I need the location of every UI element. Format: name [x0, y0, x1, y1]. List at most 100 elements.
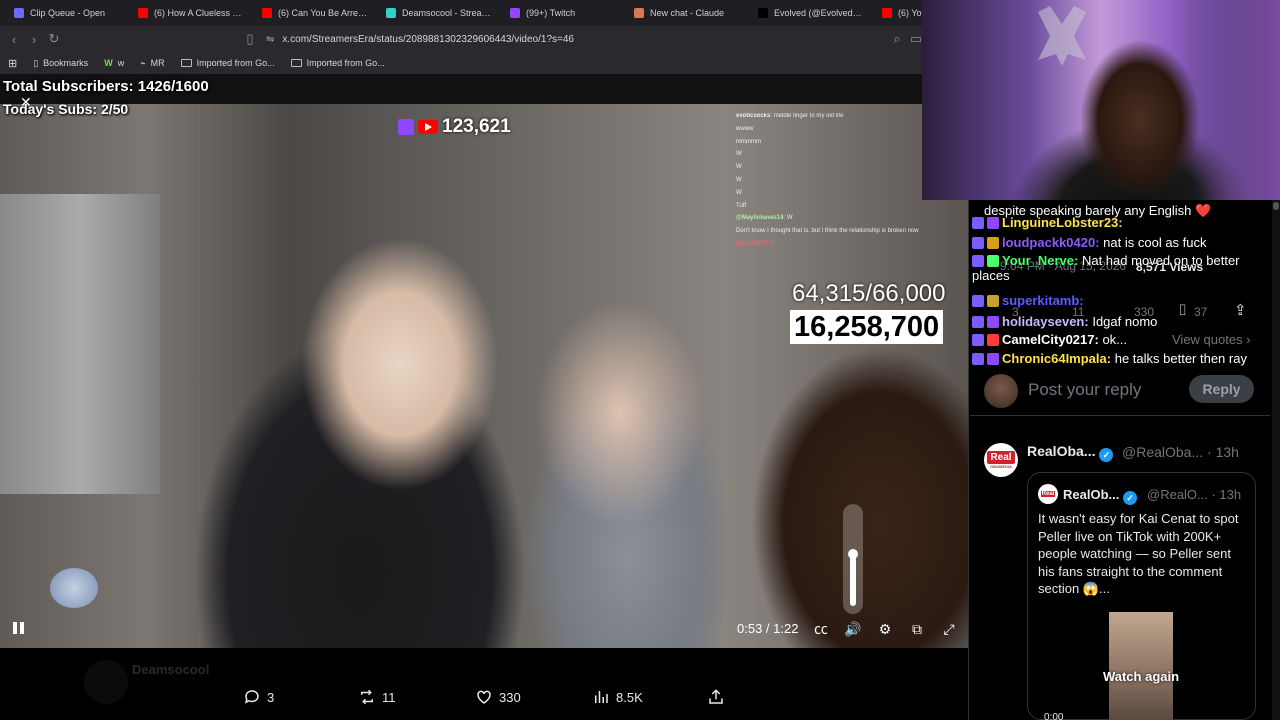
led-light: [1192, 0, 1280, 200]
clip-queue-icon: [14, 8, 24, 18]
stream-chat-line: Don't know I thought that is. but I thin…: [736, 228, 919, 235]
bookmarks-icon: ▯: [33, 57, 39, 68]
verified-icon: ✓: [1099, 448, 1114, 462]
tab-title: Evolved (@EvolvedTalent): [774, 8, 866, 18]
youtube-icon: [138, 8, 148, 18]
bookmark-label: w: [117, 58, 125, 68]
tab-title: Deamsocool - Stream...: [402, 8, 494, 18]
video-timecode: 0:53 / 1:22: [737, 621, 799, 636]
twitch-icon: [510, 8, 520, 18]
avatar: [984, 374, 1018, 408]
chat-username: Your_Nerve:: [1002, 253, 1079, 268]
captions-icon[interactable]: ㏄: [812, 620, 830, 638]
folder-icon: [180, 59, 192, 67]
wall-decoration: [1038, 6, 1086, 66]
emote-icon: [50, 568, 98, 608]
avatar: Real: [1038, 484, 1058, 504]
reply-button[interactable]: Reply: [1189, 375, 1254, 403]
back-icon[interactable]: ‹: [4, 26, 24, 52]
retweet-action[interactable]: 11: [358, 688, 396, 706]
chat-badge-icon: [972, 353, 984, 365]
fullscreen-icon[interactable]: ⤢: [940, 620, 958, 638]
tweet-author-name[interactable]: RealOba... ✓: [1027, 443, 1114, 462]
viewer-counter: 123,621: [398, 116, 511, 138]
browser-tab-7[interactable]: Evolved (@EvolvedTalent): [750, 0, 874, 26]
share-action[interactable]: [707, 688, 725, 706]
sub-badge-icon: [987, 295, 999, 307]
chat-message: ok...: [1102, 332, 1128, 347]
mr-icon: ⌁: [140, 57, 146, 68]
live-chat-line: Chronic64Impala: he talks better then ra…: [972, 351, 1262, 366]
retweet-icon: [361, 689, 373, 705]
close-icon[interactable]: ✕: [20, 94, 32, 111]
browser-tab-6[interactable]: New chat - Claude: [626, 0, 750, 26]
chat-badge-icon: [972, 334, 984, 346]
browser-tab-2[interactable]: (6) How A Clueless Killer...: [130, 0, 254, 26]
volume-knob[interactable]: [848, 548, 858, 559]
reply-count: 3: [267, 689, 275, 705]
apps-grid-icon[interactable]: ⊞: [8, 57, 17, 70]
browser-tab-1[interactable]: Clip Queue - Open: [6, 0, 130, 26]
chat-badge-icon: [972, 316, 984, 328]
pause-button[interactable]: [13, 622, 27, 636]
bookmark-item[interactable]: Imported from Go...: [290, 58, 385, 68]
share-icon: [709, 689, 723, 704]
tt-icon: [386, 8, 396, 18]
sub-badge-icon: [987, 353, 999, 365]
money-counter: 16,258,700: [790, 310, 944, 344]
quoted-text: It wasn't easy for Kai Cenat to spot Pel…: [1038, 511, 1239, 596]
sub-badge-icon: [987, 217, 999, 229]
bookmark-item[interactable]: ▯ Bookmarks: [33, 58, 88, 69]
quoted-handle: @RealO... · 13h: [1147, 487, 1242, 502]
url-text: x.com/StreamersEra/status/20898813023296…: [282, 33, 574, 45]
quoted-author-name: RealOb... ✓: [1063, 487, 1137, 505]
bookmark-label: Imported from Go...: [306, 58, 385, 68]
tab-title: (99+) Twitch: [526, 8, 576, 18]
youtube-icon: [418, 120, 438, 134]
reply-action[interactable]: 3: [243, 688, 274, 706]
bookmark-item[interactable]: ⌁ MR: [140, 58, 164, 69]
browser-tab-5[interactable]: (99+) Twitch: [502, 0, 626, 26]
browser-tab-3[interactable]: (6) Can You Be Arrested...: [254, 0, 378, 26]
avatar[interactable]: Real OBAMEDIA: [984, 443, 1018, 477]
folder-icon: [290, 59, 302, 67]
reply-icon: [244, 690, 259, 704]
video-player[interactable]: Total Subscribers: 1426/1600 Today's Sub…: [0, 74, 968, 648]
chat-username: superkitamb:: [1002, 293, 1084, 308]
chat-username: loudpackk0420:: [1002, 235, 1100, 250]
tab-title: (6) How A Clueless Killer...: [154, 8, 246, 18]
site-info-icon[interactable]: ⇋: [266, 34, 274, 45]
views-icon: [595, 691, 608, 703]
views-action[interactable]: 8.5K: [592, 688, 643, 706]
webcam-overlay: [922, 0, 1280, 200]
live-chat-line: loudpackk0420: nat is cool as fuck: [972, 235, 1262, 250]
forward-icon[interactable]: ›: [24, 26, 44, 52]
bookmark-item[interactable]: Ww: [104, 58, 124, 68]
reload-icon[interactable]: ↻: [44, 26, 64, 52]
retweet-count: 11: [382, 689, 396, 705]
chat-username: LinguineLobster23:: [1002, 215, 1123, 230]
zoom-icon[interactable]: ⌕: [887, 26, 907, 52]
live-chat-line: Your_Nerve: Nat had moved on to better p…: [972, 253, 1262, 283]
x-icon: [758, 8, 768, 18]
url-field[interactable]: ⇋ x.com/StreamersEra/status/208988130232…: [266, 31, 574, 47]
browser-tab-4[interactable]: Deamsocool - Stream...: [378, 0, 502, 26]
bookmark-label: Bookmarks: [43, 58, 89, 68]
bookmark-label: MR: [150, 58, 165, 68]
tweet-handle: @RealOba... · 13h: [1122, 444, 1239, 460]
sub-badge-icon: [987, 237, 999, 249]
bookmark-page-icon[interactable]: ▯: [240, 26, 260, 52]
heart-icon: [477, 690, 491, 704]
volume-fill: [850, 553, 856, 606]
settings-icon[interactable]: ⚙: [876, 620, 894, 638]
chat-badge-icon: [972, 255, 984, 267]
live-chat-line: CamelCity0217: ok...: [972, 332, 1262, 347]
like-action[interactable]: 330: [475, 688, 521, 706]
reply-input[interactable]: Post your reply: [1028, 380, 1141, 400]
bookmark-item[interactable]: Imported from Go...: [180, 58, 275, 68]
avatar-logo-text: Real: [987, 451, 1015, 464]
scrollbar[interactable]: [1272, 200, 1280, 720]
volume-icon[interactable]: 🔊: [844, 620, 862, 638]
watch-again-button[interactable]: Watch again: [1088, 664, 1194, 688]
pip-icon[interactable]: ⧉: [908, 620, 926, 638]
